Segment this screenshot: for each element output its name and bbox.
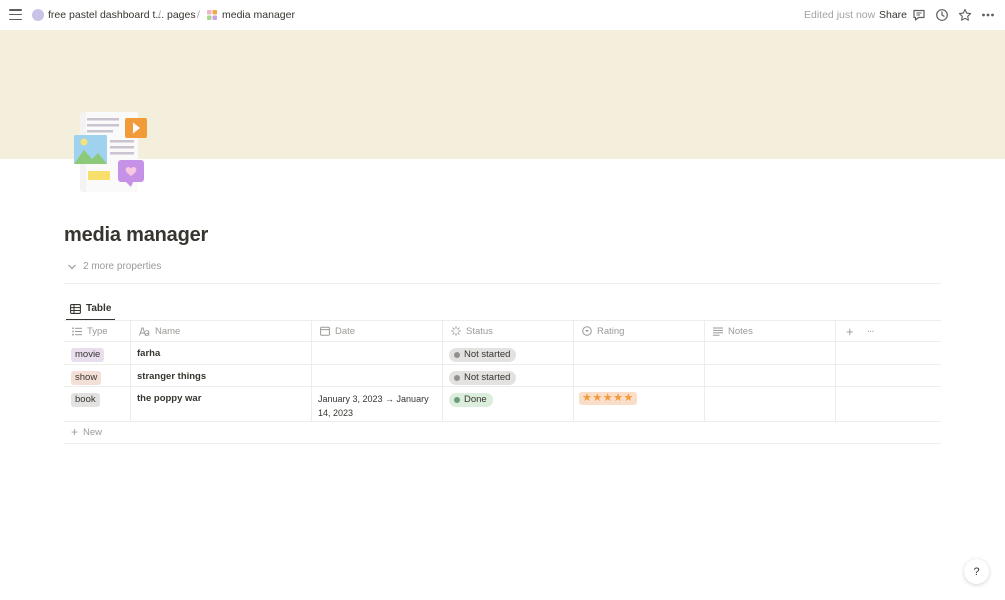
row-name: farha — [137, 348, 161, 359]
type-tag: movie — [71, 348, 105, 362]
table-row[interactable]: show stranger things Not started — [64, 365, 941, 387]
media-page-icon[interactable] — [72, 110, 152, 196]
date-cell[interactable]: January 3, 2023 → January 14, 2023 — [312, 387, 443, 421]
row-name: the poppy war — [137, 393, 202, 404]
status-dot — [454, 397, 460, 403]
status-badge: Not started — [449, 371, 517, 385]
comments-icon[interactable] — [912, 8, 926, 22]
help-button[interactable]: ? — [964, 559, 989, 584]
select-property-icon — [582, 326, 592, 336]
column-header-type[interactable]: Type — [64, 321, 131, 341]
add-property-button[interactable]: + — [846, 324, 854, 339]
breadcrumb-current-page[interactable]: media manager — [222, 9, 295, 21]
calendar-icon — [320, 326, 330, 336]
notes-cell[interactable] — [705, 342, 836, 364]
row-date: January 3, 2023 → January 14, 2023 — [318, 394, 429, 418]
status-cell[interactable]: Done — [443, 387, 574, 421]
status-label: Not started — [464, 349, 511, 360]
text-property-icon — [139, 327, 150, 336]
column-header-label: Status — [466, 325, 493, 337]
empty-cell — [836, 387, 941, 421]
type-cell[interactable]: book — [64, 387, 131, 421]
more-properties-label: 2 more properties — [83, 261, 162, 272]
history-clock-icon[interactable] — [935, 8, 949, 22]
status-badge: Done — [449, 393, 493, 407]
column-more-options-button[interactable]: ··· — [867, 326, 875, 337]
notes-cell[interactable] — [705, 365, 836, 386]
tab-table-view[interactable]: Table — [66, 298, 116, 321]
rating-cell[interactable]: ★★★★★ — [574, 387, 705, 421]
topbar: free pastel dashboard t... / pages / med… — [0, 0, 1005, 30]
favorite-star-icon[interactable] — [958, 8, 972, 22]
text-lines-icon — [713, 327, 723, 336]
breadcrumb-workspace[interactable]: free pastel dashboard t... — [48, 9, 164, 21]
status-dot — [454, 375, 460, 381]
date-cell[interactable] — [312, 365, 443, 386]
new-row-button[interactable]: + New — [71, 425, 103, 439]
table-row[interactable]: movie farha Not started — [64, 342, 941, 365]
list-icon — [72, 326, 82, 336]
type-cell[interactable]: show — [64, 365, 131, 386]
column-header-rating[interactable]: Rating — [574, 321, 705, 341]
breadcrumb-pages[interactable]: pages — [167, 9, 196, 21]
rating-cell[interactable] — [574, 342, 705, 364]
media-manager-icon — [207, 10, 217, 20]
row-name: stranger things — [137, 371, 207, 382]
chevron-down-icon — [68, 264, 76, 269]
workspace-icon — [32, 9, 44, 21]
column-header-label: Date — [335, 325, 356, 337]
status-cell[interactable]: Not started — [443, 342, 574, 364]
name-cell[interactable]: farha — [131, 342, 312, 364]
page-title[interactable]: media manager — [64, 224, 208, 247]
new-row-label: New — [83, 427, 103, 438]
more-options-icon[interactable] — [981, 8, 995, 22]
database-table: Type Name Date Status Rating Notes + ···… — [64, 321, 941, 444]
column-header-notes[interactable]: Notes — [705, 321, 836, 341]
edited-status: Edited just now — [804, 9, 876, 21]
table-icon — [70, 303, 81, 314]
name-cell[interactable]: stranger things — [131, 365, 312, 386]
new-row: + New — [64, 422, 941, 444]
status-loader-icon — [451, 326, 461, 336]
column-header-label: Type — [87, 325, 108, 337]
table-row[interactable]: book the poppy war January 3, 2023 → Jan… — [64, 387, 941, 422]
menu-line — [9, 18, 22, 21]
empty-cell — [836, 342, 941, 364]
column-header-date[interactable]: Date — [312, 321, 443, 341]
menu-line — [9, 13, 22, 16]
share-button[interactable]: Share — [879, 9, 907, 21]
notes-cell[interactable] — [705, 387, 836, 421]
menu-line — [9, 9, 22, 11]
plus-icon: + — [71, 425, 79, 439]
column-header-name[interactable]: Name — [131, 321, 312, 341]
tab-label: Table — [86, 303, 112, 314]
sidebar-menu-button[interactable] — [9, 9, 22, 21]
more-properties-toggle[interactable]: 2 more properties — [67, 261, 161, 272]
rating-cell[interactable] — [574, 365, 705, 386]
rating-stars: ★★★★★ — [579, 392, 637, 405]
column-header-status[interactable]: Status — [443, 321, 574, 341]
type-tag: book — [71, 393, 100, 407]
column-header-label: Notes — [728, 325, 753, 337]
date-cell[interactable] — [312, 342, 443, 364]
breadcrumb-separator: / — [158, 9, 161, 21]
status-cell[interactable]: Not started — [443, 365, 574, 386]
status-label: Done — [464, 394, 487, 405]
table-header-row: Type Name Date Status Rating Notes + ··· — [64, 321, 941, 342]
type-cell[interactable]: movie — [64, 342, 131, 364]
status-label: Not started — [464, 372, 511, 383]
column-header-actions: + ··· — [836, 321, 941, 341]
column-header-label: Name — [155, 325, 181, 337]
empty-cell — [836, 365, 941, 386]
divider — [64, 283, 941, 284]
status-badge: Not started — [449, 348, 517, 362]
column-header-label: Rating — [597, 325, 625, 337]
type-tag: show — [71, 371, 102, 385]
status-dot — [454, 352, 460, 358]
breadcrumb-separator: / — [197, 9, 200, 21]
name-cell[interactable]: the poppy war — [131, 387, 312, 421]
